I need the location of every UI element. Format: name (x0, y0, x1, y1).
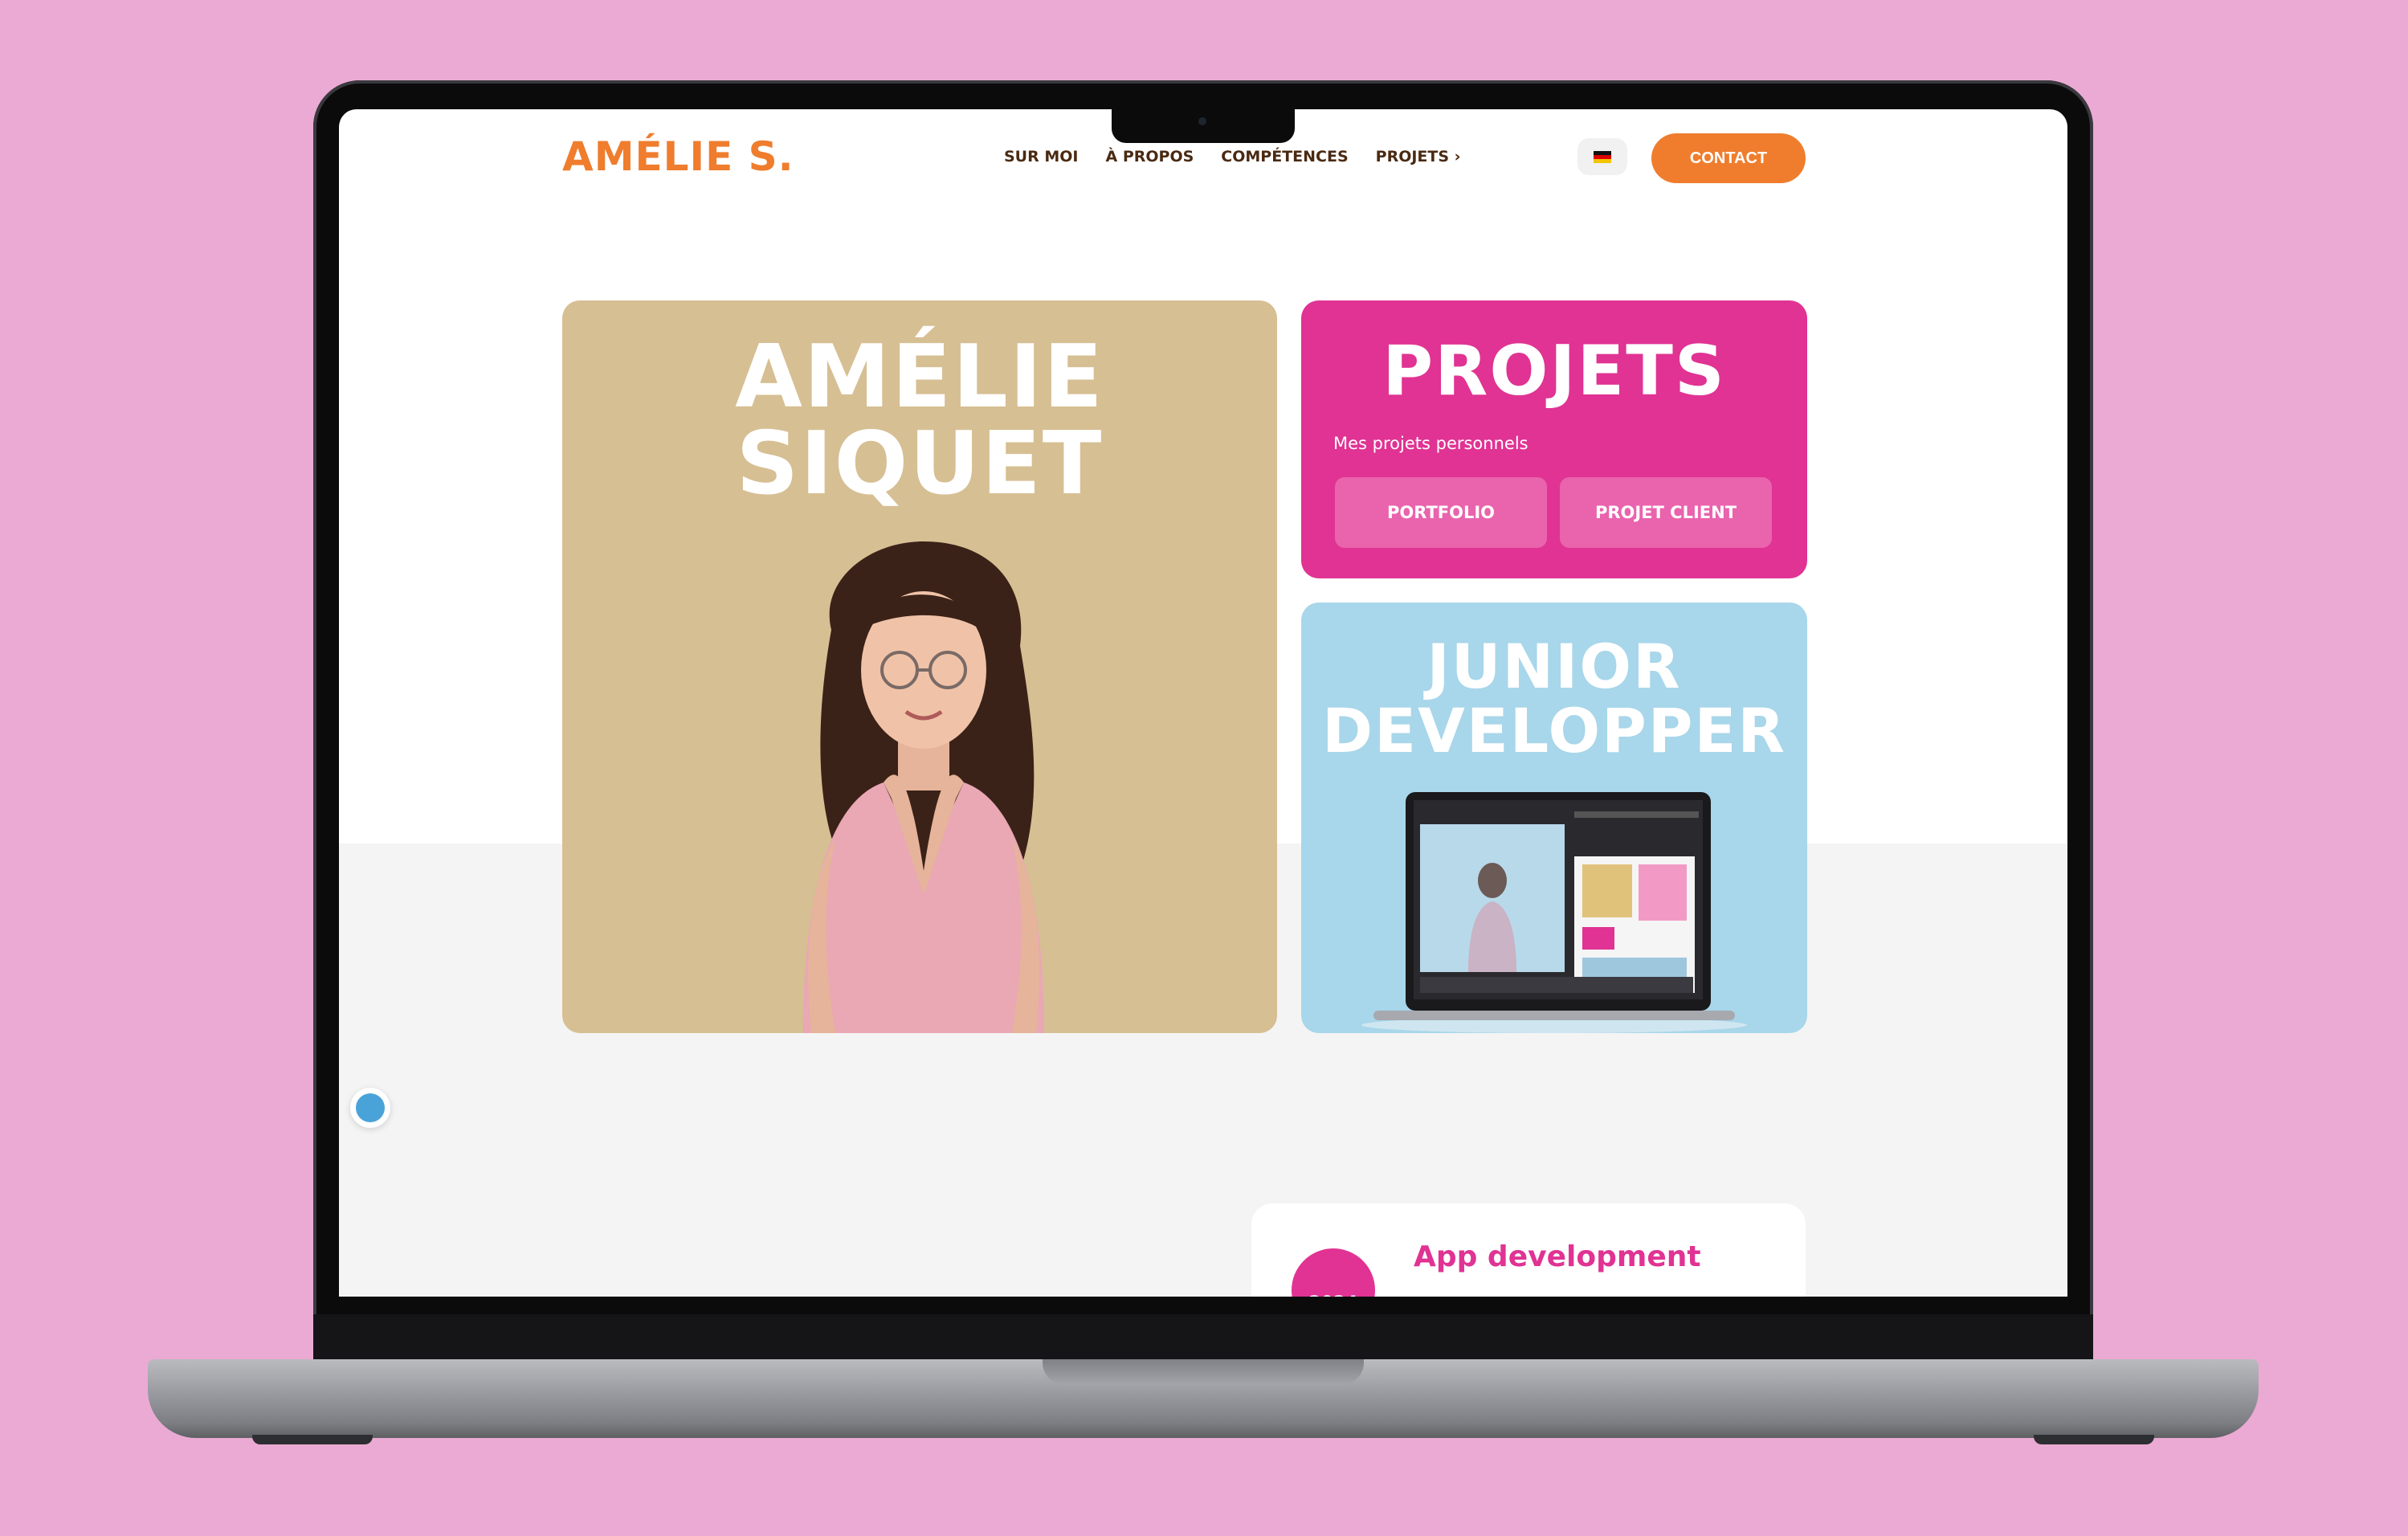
portrait-photo (803, 541, 1044, 1033)
chat-widget-button[interactable] (350, 1088, 390, 1128)
projects-subtitle: Mes projets personnels (1333, 434, 1528, 453)
main-nav: SUR MOI À PROPOS COMPÉTENCES PROJETS › (1004, 148, 1461, 165)
junior-title-line1: JUNIOR (1426, 631, 1682, 702)
timeline-title: App development (1414, 1240, 1701, 1273)
client-project-button[interactable]: PROJET CLIENT (1560, 477, 1772, 548)
laptop-opening-notch (1043, 1359, 1364, 1385)
nav-item-competences[interactable]: COMPÉTENCES (1221, 148, 1348, 165)
nav-item-sur-moi[interactable]: SUR MOI (1004, 148, 1079, 165)
laptop-illustration (1361, 792, 1747, 1033)
website-screen: AMÉLIE S. SUR MOI À PROPOS COMPÉTENCES P… (339, 109, 2067, 1297)
chat-icon (356, 1093, 385, 1122)
nav-item-projets[interactable]: PROJETS › (1376, 148, 1461, 165)
laptop-mockup: AMÉLIE S. SUR MOI À PROPOS COMPÉTENCES P… (0, 0, 2408, 1536)
projects-title: PROJETS (1382, 331, 1726, 411)
year-badge: 2024 (1292, 1248, 1375, 1297)
junior-title: JUNIOR DEVELOPPER (1301, 635, 1807, 763)
projects-card: PROJETS Mes projets personnels PORTFOLIO… (1301, 300, 1807, 578)
hero-name-line1: AMÉLIE (735, 327, 1104, 427)
site-logo[interactable]: AMÉLIE S. (562, 133, 794, 180)
junior-developer-card: JUNIOR DEVELOPPER (1301, 603, 1807, 1033)
laptop-chin (313, 1314, 2093, 1362)
laptop-foot-right (2034, 1435, 2154, 1444)
hero-card: AMÉLIE SIQUET (562, 300, 1277, 1033)
hero-name-line2: SIQUET (736, 414, 1104, 514)
junior-title-line2: DEVELOPPER (1322, 695, 1786, 766)
portfolio-button[interactable]: PORTFOLIO (1335, 477, 1547, 548)
contact-button[interactable]: CONTACT (1651, 133, 1806, 183)
laptop-foot-left (252, 1435, 373, 1444)
timeline-year: 2024 (1292, 1293, 1375, 1297)
de-flag-icon (1594, 150, 1611, 163)
nav-item-a-propos[interactable]: À PROPOS (1106, 148, 1194, 165)
timeline-card: 2024 App development (1251, 1203, 1806, 1297)
camera-icon (1198, 117, 1206, 125)
camera-notch (1112, 109, 1295, 143)
language-switcher[interactable] (1577, 138, 1627, 175)
hero-name: AMÉLIE SIQUET (562, 334, 1277, 508)
